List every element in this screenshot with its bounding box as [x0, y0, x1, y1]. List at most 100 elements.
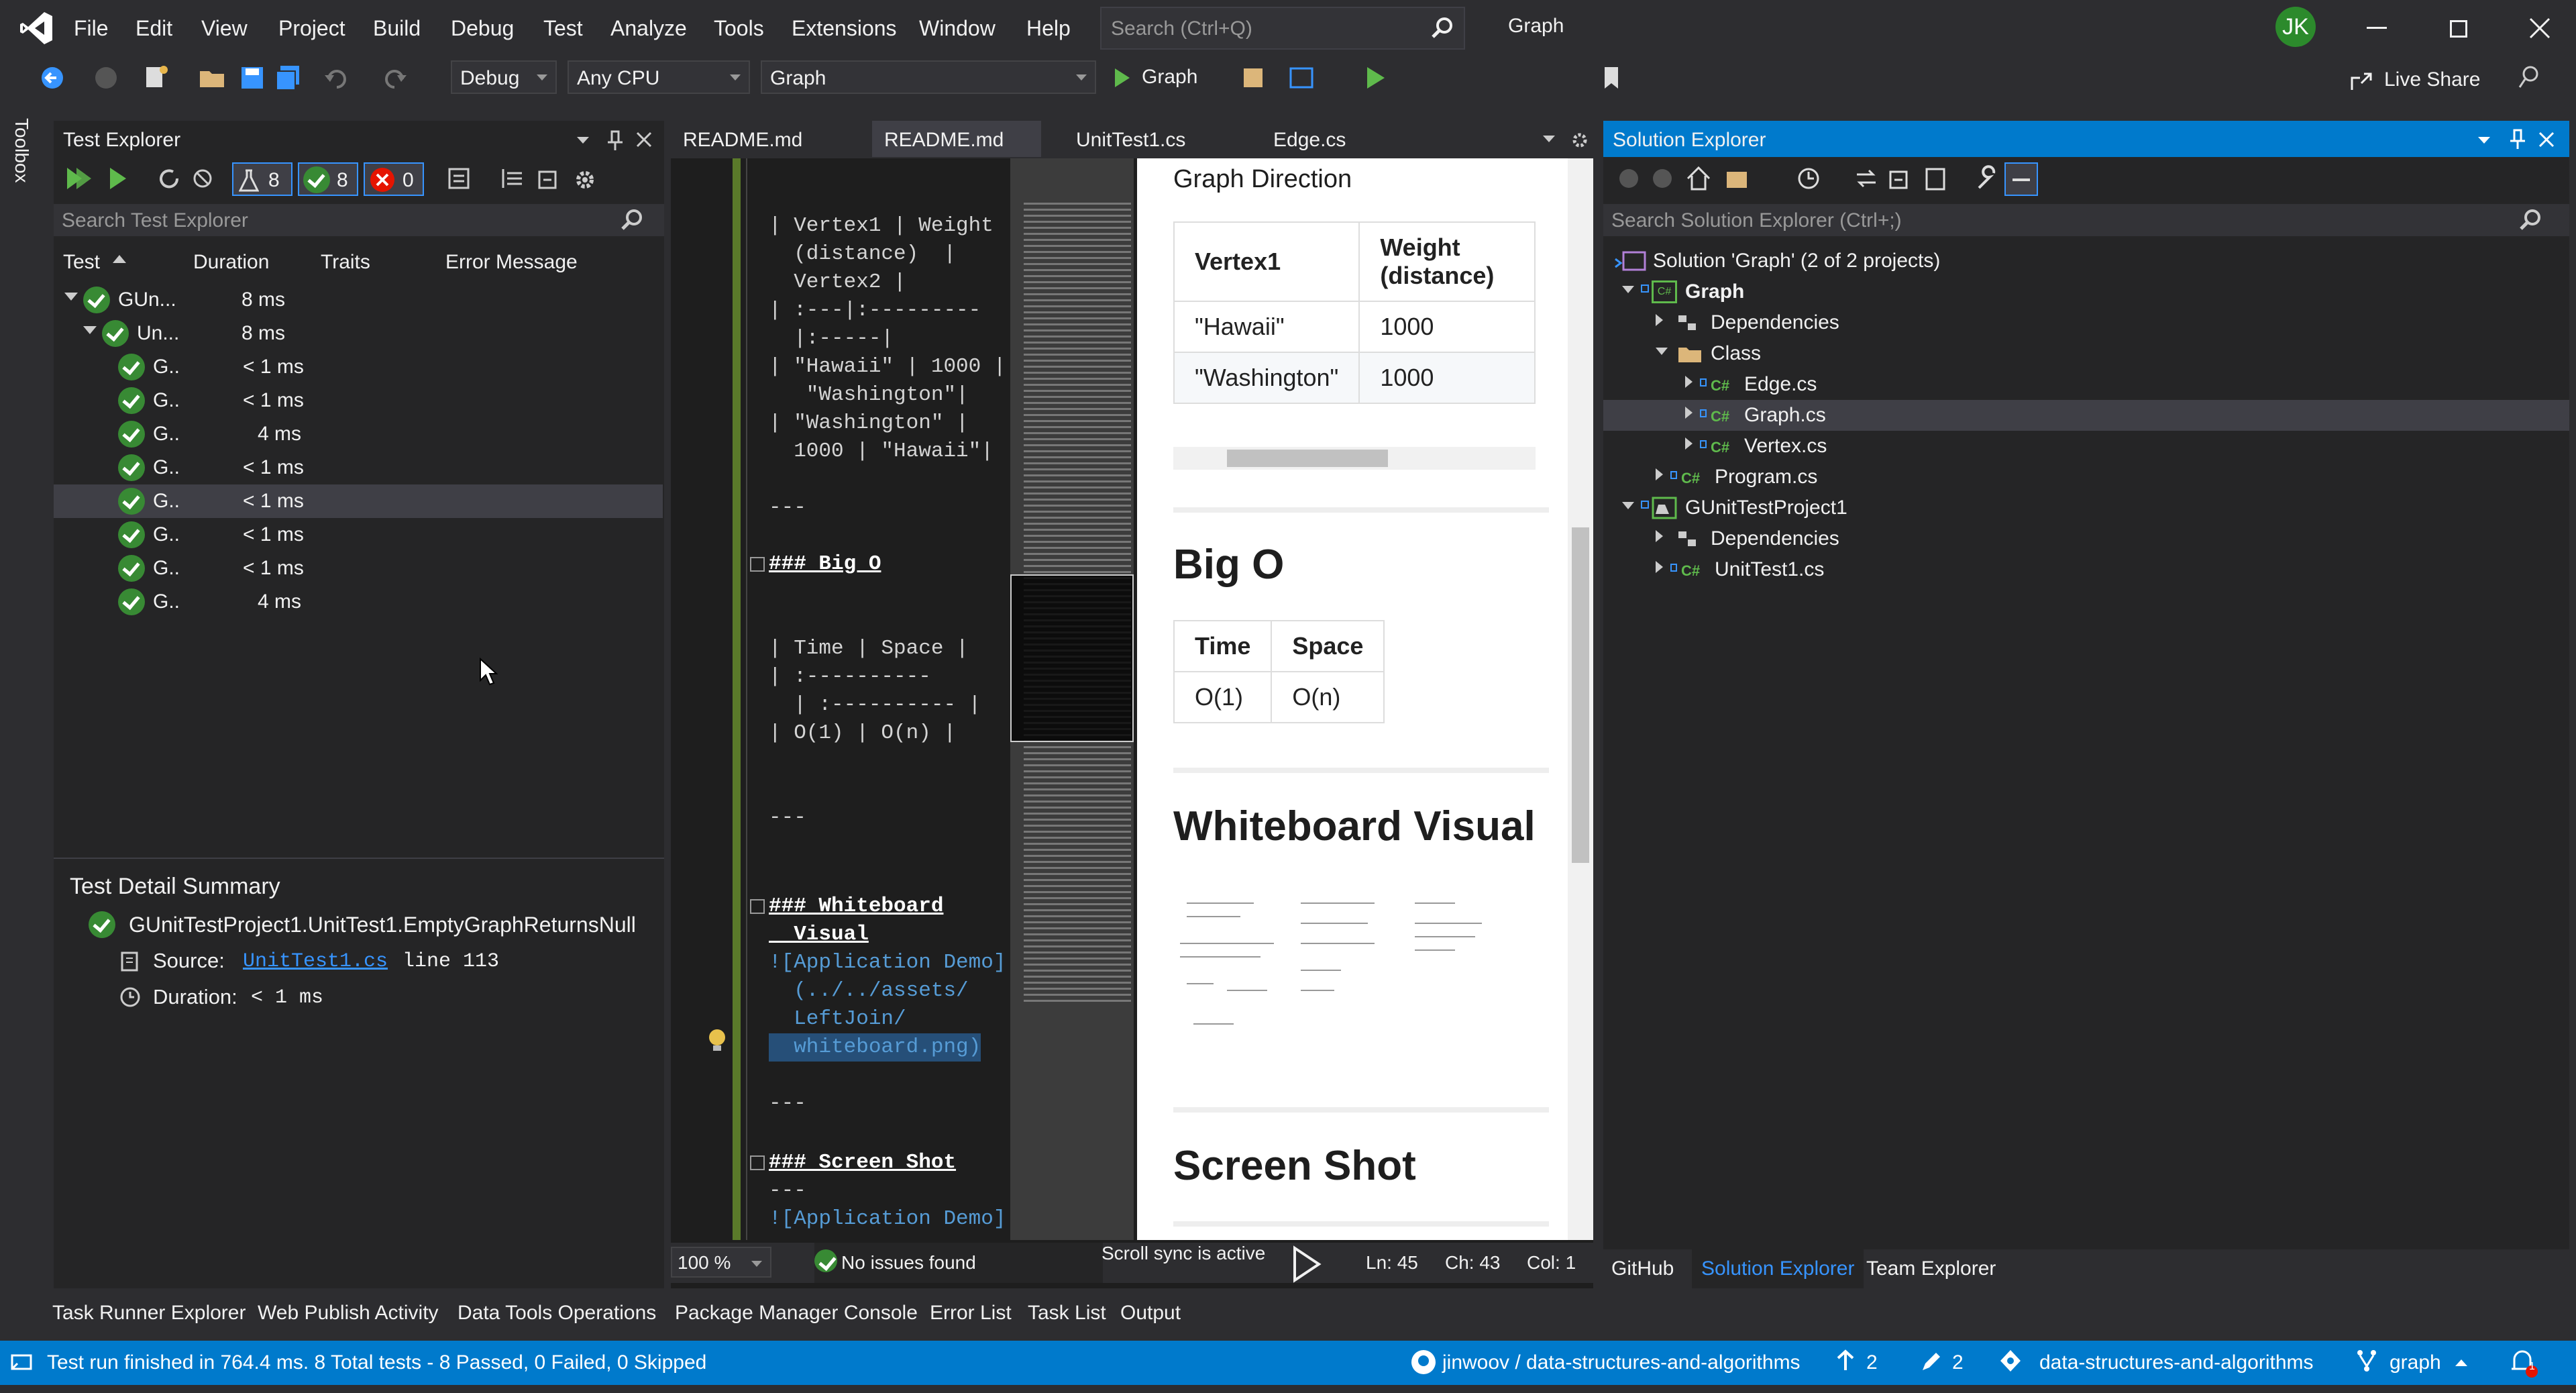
tab-readme-active[interactable]: README.md: [872, 121, 1041, 157]
tab-task-runner[interactable]: Task Runner Explorer: [52, 1302, 246, 1325]
browser-link-icon[interactable]: [1287, 63, 1316, 93]
test-row-selected[interactable]: G.. < 1 ms: [54, 484, 663, 518]
playlist-icon[interactable]: [447, 166, 474, 191]
expanded-icon[interactable]: [1622, 286, 1634, 293]
repeat-run-icon[interactable]: [157, 166, 181, 191]
menu-tools[interactable]: Tools: [714, 12, 764, 44]
horizontal-scrollbar[interactable]: [1173, 447, 1536, 470]
tab-overflow-icon[interactable]: [1543, 136, 1555, 142]
back-icon[interactable]: [38, 63, 67, 93]
scroll-thumb[interactable]: [1227, 450, 1388, 467]
test-row[interactable]: Un... 8 ms: [54, 317, 663, 350]
new-project-icon[interactable]: [141, 63, 170, 93]
fold-icon[interactable]: [750, 1155, 765, 1170]
test-row[interactable]: G.. < 1 ms: [54, 384, 663, 417]
menu-project[interactable]: Project: [278, 12, 345, 44]
configuration-select[interactable]: Debug: [451, 60, 557, 94]
start-debug-button[interactable]: Graph: [1111, 63, 1225, 93]
source-link[interactable]: UnitTest1.cs: [243, 950, 388, 973]
tab-team-explorer[interactable]: Team Explorer: [1866, 1257, 1996, 1280]
switch-views-icon[interactable]: [1724, 165, 1751, 192]
platform-select[interactable]: Any CPU: [568, 60, 750, 94]
menu-edit[interactable]: Edit: [136, 12, 172, 44]
unpushed-count[interactable]: 2: [1866, 1351, 1878, 1374]
expand-icon[interactable]: [83, 326, 97, 334]
test-row[interactable]: G.. < 1 ms: [54, 552, 663, 585]
feedback-icon[interactable]: [2516, 63, 2545, 93]
properties-wrench-icon[interactable]: [1974, 165, 2000, 192]
preview-selected-toggle[interactable]: [2004, 162, 2038, 196]
open-folder-icon[interactable]: [197, 63, 227, 93]
expand-icon[interactable]: [64, 293, 78, 301]
menu-view[interactable]: View: [201, 12, 248, 44]
tab-readme-preview[interactable]: README.md: [671, 121, 814, 157]
save-icon[interactable]: [237, 63, 267, 93]
column-traits[interactable]: Traits: [321, 251, 370, 274]
menu-help[interactable]: Help: [1026, 12, 1071, 44]
menu-build[interactable]: Build: [373, 12, 421, 44]
tab-output[interactable]: Output: [1120, 1302, 1181, 1325]
panel-close-icon[interactable]: [635, 130, 653, 149]
panel-close-icon[interactable]: [2537, 130, 2556, 149]
show-all-files-icon[interactable]: [1923, 165, 1949, 192]
settings-gear-icon[interactable]: [1570, 130, 1590, 150]
play-icon[interactable]: [1291, 1245, 1323, 1283]
pending-changes-icon[interactable]: [1795, 165, 1822, 192]
tab-web-publish[interactable]: Web Publish Activity: [258, 1302, 439, 1325]
tab-package-manager[interactable]: Package Manager Console: [675, 1302, 918, 1325]
undo-icon[interactable]: [322, 63, 352, 93]
live-share-button[interactable]: Live Share: [2348, 64, 2482, 94]
search-input[interactable]: Search (Ctrl+Q): [1100, 7, 1465, 50]
passed-tests-filter[interactable]: 8: [298, 162, 358, 196]
menu-debug[interactable]: Debug: [451, 12, 514, 44]
tab-edge[interactable]: Edge.cs: [1261, 121, 1358, 157]
menu-file[interactable]: File: [74, 12, 109, 44]
group-by-icon[interactable]: [499, 166, 526, 191]
bookmark-icon[interactable]: [1597, 63, 1626, 93]
column-test[interactable]: Test: [63, 251, 100, 274]
branch-name[interactable]: graph: [2390, 1351, 2441, 1374]
menu-test[interactable]: Test: [543, 12, 583, 44]
save-all-icon[interactable]: [274, 63, 303, 93]
home-icon[interactable]: [1685, 165, 1712, 192]
menu-extensions[interactable]: Extensions: [792, 12, 897, 44]
minimap-scrollbar[interactable]: [1010, 158, 1134, 1240]
menu-analyze[interactable]: Analyze: [610, 12, 687, 44]
avatar[interactable]: JK: [2275, 7, 2316, 47]
column-duration[interactable]: Duration: [193, 251, 269, 274]
test-row[interactable]: GUn... 8 ms: [54, 283, 663, 317]
pin-icon[interactable]: [606, 130, 624, 150]
test-row[interactable]: G.. 4 ms: [54, 585, 663, 619]
dropdown-icon[interactable]: [2478, 137, 2490, 144]
collapsed-icon[interactable]: [1685, 376, 1693, 388]
forward-icon[interactable]: [1650, 166, 1674, 191]
tab-github[interactable]: GitHub: [1611, 1257, 1674, 1280]
fold-icon[interactable]: [750, 557, 765, 572]
repo-link[interactable]: jinwoov / data-structures-and-algorithms: [1442, 1351, 1801, 1374]
lightbulb-icon[interactable]: [707, 1028, 727, 1055]
startup-project-select[interactable]: Graph: [761, 60, 1096, 94]
toolbox-tab[interactable]: Toolbox: [0, 114, 43, 221]
collapsed-icon[interactable]: [1685, 407, 1693, 419]
test-row[interactable]: G.. < 1 ms: [54, 350, 663, 384]
failed-tests-filter[interactable]: 0: [364, 162, 424, 196]
restore-icon[interactable]: [2450, 20, 2467, 38]
scroll-thumb[interactable]: [1572, 527, 1589, 863]
tab-error-list[interactable]: Error List: [930, 1302, 1012, 1325]
column-error-message[interactable]: Error Message: [445, 251, 578, 274]
collapsed-icon[interactable]: [1656, 561, 1663, 573]
tab-task-list[interactable]: Task List: [1028, 1302, 1106, 1325]
issues-indicator[interactable]: No issues found: [814, 1243, 1103, 1283]
redo-icon[interactable]: [380, 63, 409, 93]
dropdown-icon[interactable]: [577, 137, 589, 144]
hot-reload-icon[interactable]: [1238, 63, 1268, 93]
total-tests-filter[interactable]: 8: [232, 162, 292, 196]
collapsed-icon[interactable]: [1656, 314, 1663, 326]
pin-icon[interactable]: [2509, 129, 2526, 149]
test-row[interactable]: G.. < 1 ms: [54, 518, 663, 552]
collapsed-icon[interactable]: [1656, 468, 1663, 480]
collapsed-icon[interactable]: [1685, 437, 1693, 450]
back-icon[interactable]: [1617, 166, 1641, 191]
menu-window[interactable]: Window: [919, 12, 996, 44]
close-icon[interactable]: [2528, 16, 2552, 40]
